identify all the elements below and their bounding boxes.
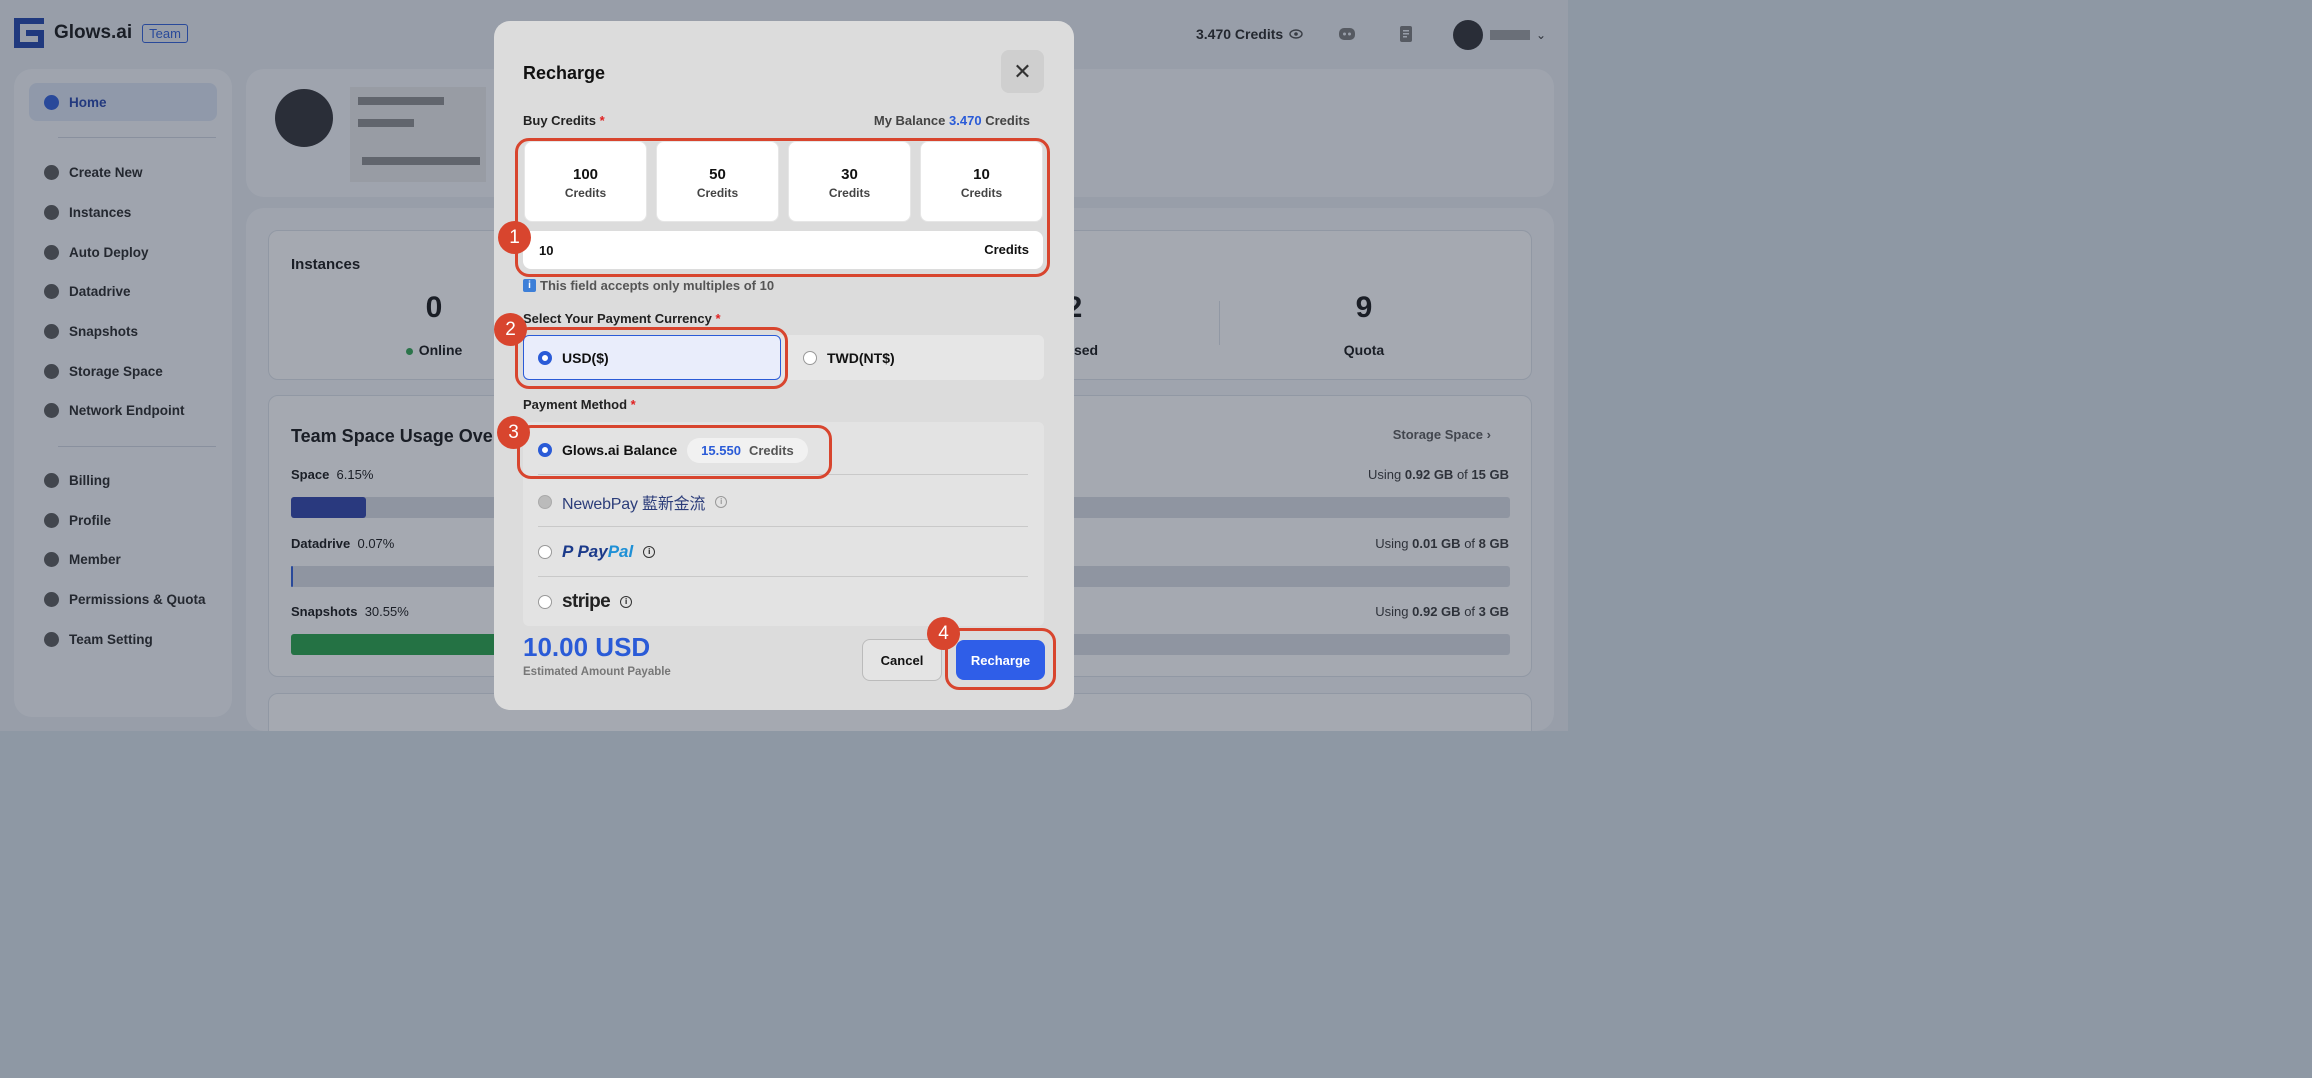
highlight-recharge [945,628,1056,690]
highlight-currency [515,327,788,389]
info-icon: i [523,279,536,292]
amount-payable-label: Estimated Amount Payable [523,666,671,678]
radio-icon [538,594,552,609]
hint-text: This field accepts only multiples of 10 [540,278,775,293]
app-background: Glows.ai Team 3.470 Credits ⌄ Home Creat… [0,0,1568,731]
close-button[interactable]: ✕ [1001,50,1044,93]
payment-method-label: Payment Method * [523,397,636,412]
balance-unit: Credits [985,113,1030,128]
step-badge-3: 3 [497,416,530,449]
stripe-logo: stripe [562,590,611,612]
payment-newebpay[interactable]: NewebPay 藍新金流 i [538,478,1028,527]
amount-payable: 10.00 USD [523,632,651,662]
paypal-text-a: Pay [577,542,608,561]
balance-label: My Balance [873,113,946,128]
payment-label-text: Payment Method [523,397,628,412]
currency-label-text: Select Your Payment Currency [523,311,712,326]
step-badge-1: 1 [498,221,531,254]
newebpay-logo: NewebPay 藍新金流 [562,496,706,513]
paypal-p-icon: P [562,542,573,561]
info-icon[interactable]: i [715,496,728,508]
radio-disabled-icon [538,495,552,509]
cancel-button[interactable]: Cancel [862,639,942,681]
step-badge-4: 4 [927,617,960,650]
close-icon: ✕ [1013,58,1032,84]
currency-twd-label: TWD(NT$) [827,349,895,366]
radio-icon [803,350,817,365]
required-mark: * [715,311,721,326]
info-icon[interactable]: i [643,546,656,558]
radio-icon [538,545,552,559]
modal-title: Recharge [523,63,606,83]
payment-paypal[interactable]: P PayPal i [538,528,1028,577]
info-icon[interactable]: i [620,595,633,608]
buy-credits-text: Buy Credits [523,113,596,128]
currency-twd[interactable]: TWD(NT$) [789,335,895,380]
buy-credits-label: Buy Credits * [523,113,605,128]
required-mark: * [630,397,636,412]
balance-value: 3.470 [949,113,982,128]
paypal-text-b: Pal [607,542,634,561]
required-mark: * [599,113,605,128]
paypal-logo: P PayPal [562,542,633,562]
step-badge-2: 2 [494,313,527,346]
payment-stripe[interactable]: stripe i [538,577,1028,626]
multiples-hint: i This field accepts only multiples of 10 [523,278,774,293]
highlight-payment [517,425,832,479]
highlight-credits [515,138,1050,277]
my-balance: My Balance 3.470 Credits [874,113,1030,128]
currency-label: Select Your Payment Currency * [523,311,721,326]
